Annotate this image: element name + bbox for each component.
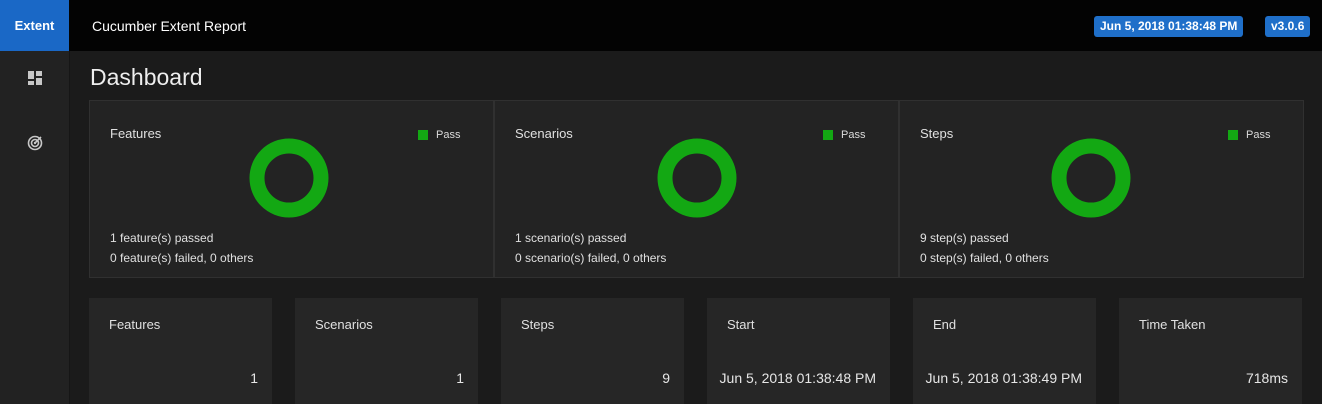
report-date-badge: Jun 5, 2018 01:38:48 PM bbox=[1094, 16, 1244, 37]
stat-value: 718ms bbox=[1245, 370, 1288, 386]
legend-swatch bbox=[1228, 130, 1238, 140]
legend-label: Pass bbox=[841, 129, 866, 141]
donut-chart bbox=[657, 138, 737, 218]
brand-logo[interactable]: Extent bbox=[0, 0, 69, 51]
stat-value: 1 bbox=[250, 370, 258, 386]
stat-label: Time Taken bbox=[1139, 317, 1206, 332]
sidebar bbox=[0, 51, 70, 404]
stat-value: Jun 5, 2018 01:38:49 PM bbox=[925, 370, 1082, 386]
summary-passed: 9 step(s) passed bbox=[920, 231, 1009, 245]
stat-label: Start bbox=[727, 317, 755, 332]
legend-label: Pass bbox=[436, 129, 461, 141]
stat-start: Start Jun 5, 2018 01:38:48 PM bbox=[707, 298, 890, 404]
card-title: Scenarios bbox=[515, 126, 573, 141]
legend-pass[interactable]: Pass bbox=[1228, 129, 1270, 141]
scenarios-chart-card: Scenarios Pass 1 scenario(s) passed 0 sc… bbox=[494, 100, 899, 278]
stat-features: Features 1 bbox=[89, 298, 272, 404]
stat-value: Jun 5, 2018 01:38:48 PM bbox=[719, 370, 876, 386]
summary-failed: 0 scenario(s) failed, 0 others bbox=[515, 251, 667, 265]
steps-chart-card: Steps Pass 9 step(s) passed 0 step(s) fa… bbox=[899, 100, 1304, 278]
radar-icon[interactable] bbox=[24, 132, 46, 154]
donut-chart bbox=[1051, 138, 1131, 218]
stat-steps: Steps 9 bbox=[501, 298, 684, 404]
legend-swatch bbox=[823, 130, 833, 140]
summary-failed: 0 step(s) failed, 0 others bbox=[920, 251, 1049, 265]
card-title: Steps bbox=[920, 126, 954, 141]
stat-time-taken: Time Taken 718ms bbox=[1119, 298, 1302, 404]
features-chart-card: Features Pass 1 feature(s) passed 0 feat… bbox=[89, 100, 494, 278]
summary-passed: 1 feature(s) passed bbox=[110, 231, 214, 245]
summary-passed: 1 scenario(s) passed bbox=[515, 231, 627, 245]
top-bar: Extent Cucumber Extent Report Jun 5, 201… bbox=[0, 0, 1322, 51]
stat-label: Features bbox=[109, 317, 161, 332]
stat-label: Steps bbox=[521, 317, 555, 332]
legend-pass[interactable]: Pass bbox=[418, 129, 460, 141]
version-badge: v3.0.6 bbox=[1265, 16, 1311, 37]
page-title: Dashboard bbox=[90, 64, 203, 90]
report-name: Cucumber Extent Report bbox=[92, 18, 247, 34]
legend-pass[interactable]: Pass bbox=[823, 129, 865, 141]
stat-label: Scenarios bbox=[315, 317, 373, 332]
summary-failed: 0 feature(s) failed, 0 others bbox=[110, 251, 254, 265]
stat-value: 9 bbox=[662, 370, 670, 386]
dashboard-icon[interactable] bbox=[24, 67, 46, 89]
stat-value: 1 bbox=[456, 370, 464, 386]
legend-label: Pass bbox=[1246, 129, 1271, 141]
legend-swatch bbox=[418, 130, 428, 140]
stat-label: End bbox=[933, 317, 957, 332]
card-title: Features bbox=[110, 126, 162, 141]
stat-end: End Jun 5, 2018 01:38:49 PM bbox=[913, 298, 1096, 404]
donut-chart bbox=[249, 138, 329, 218]
stat-scenarios: Scenarios 1 bbox=[295, 298, 478, 404]
